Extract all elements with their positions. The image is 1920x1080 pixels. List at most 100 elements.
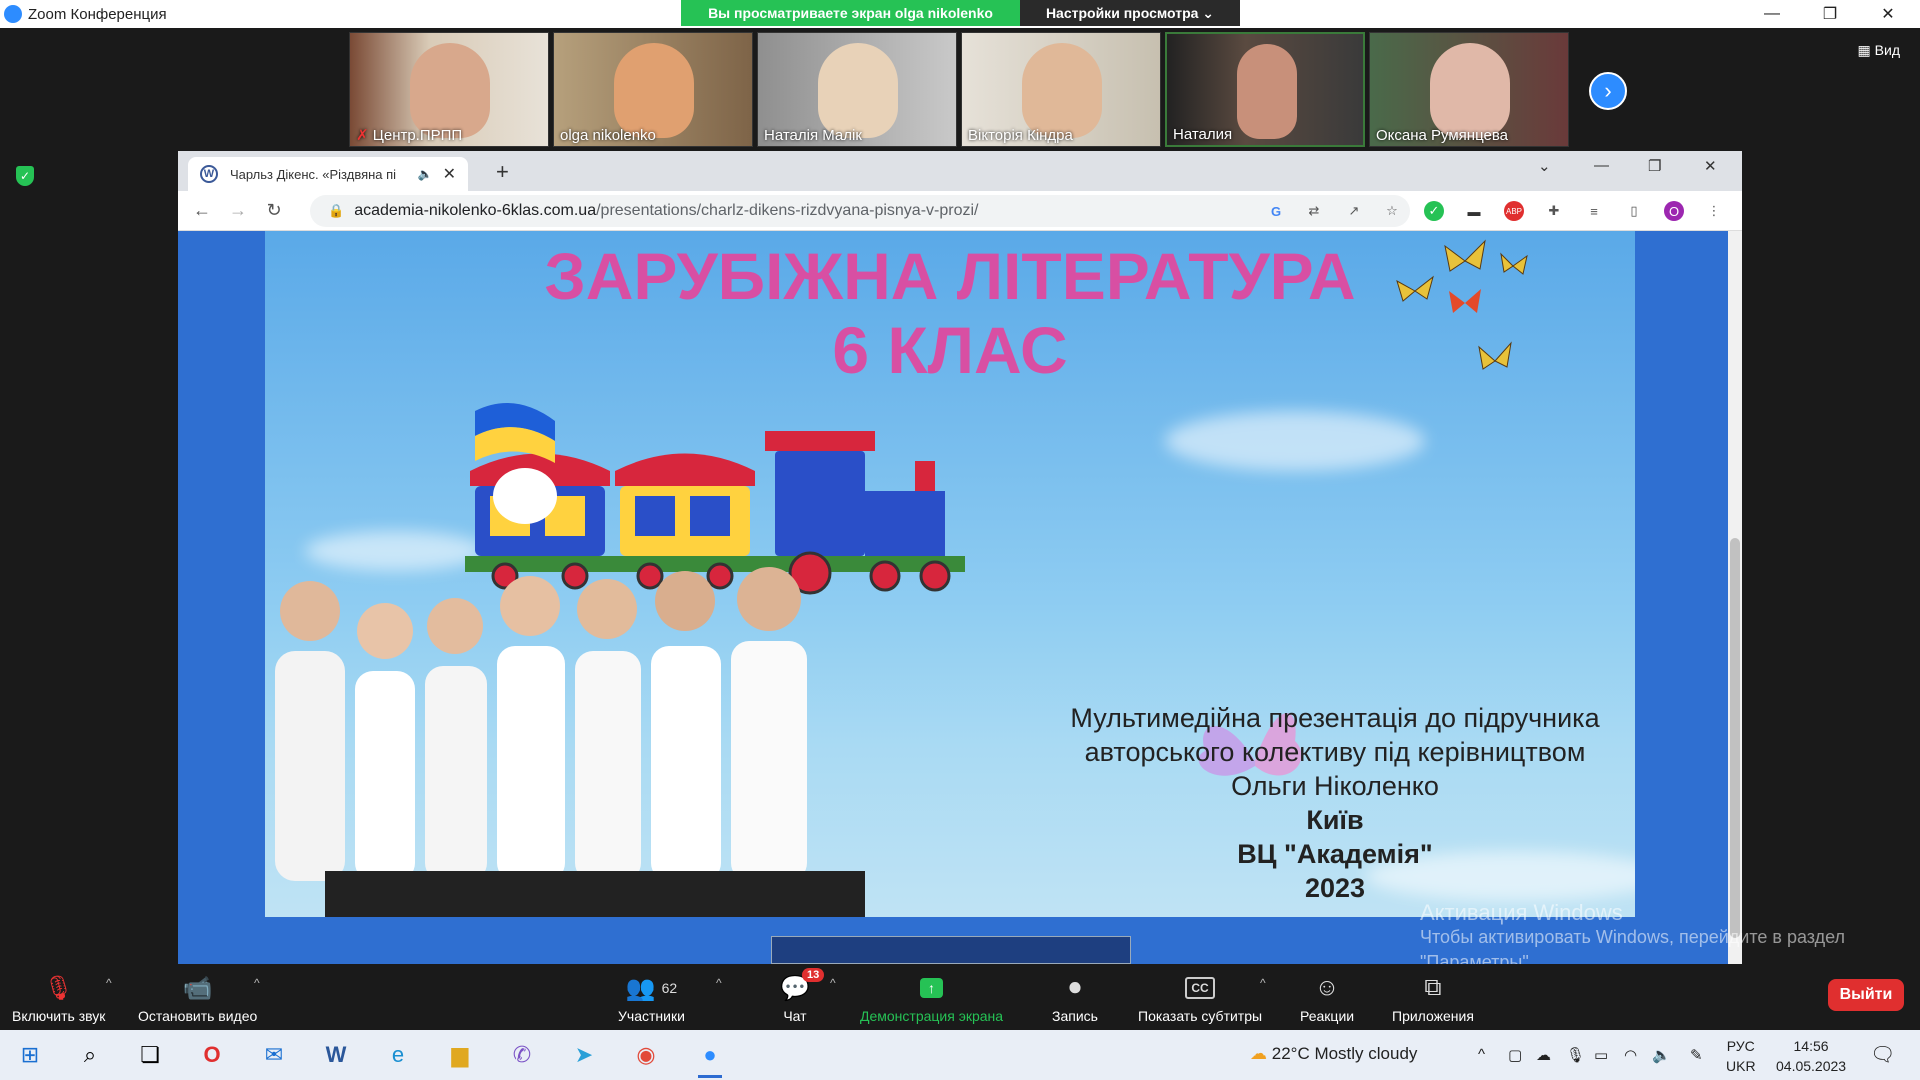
browser-close-icon[interactable]: ✕ (1704, 157, 1717, 175)
extensions-puzzle-icon[interactable]: ✚ (1544, 201, 1564, 221)
children-group-photo (275, 567, 865, 917)
notifications-icon[interactable]: 🗨 (1870, 1042, 1895, 1067)
chat-label: Чат (783, 1008, 807, 1024)
unmute-button[interactable]: 🎙 Включить звук (12, 972, 106, 1025)
telegram-icon[interactable]: ➤ (564, 1038, 604, 1072)
chat-button[interactable]: 💬 13 Чат (780, 968, 825, 1024)
share-icon[interactable]: ↗ (1344, 201, 1364, 221)
forward-arrow-icon[interactable]: → (220, 200, 256, 221)
taskbar-clock[interactable]: 14:56 04.05.2023 (1776, 1036, 1846, 1076)
chrome-icon[interactable]: ◉ (626, 1038, 666, 1072)
video-options-caret-icon[interactable]: ^ (254, 976, 260, 990)
microphone-tray-icon[interactable]: 🎙 (1566, 1046, 1585, 1064)
view-button[interactable]: ▦ Вид (1858, 42, 1900, 59)
leave-meeting-button[interactable]: Выйти (1828, 979, 1904, 1011)
next-page-chevron-icon[interactable]: › (1589, 72, 1627, 110)
unmute-label: Включить звук (12, 1008, 106, 1024)
meet-now-icon[interactable]: ▢ (1508, 1046, 1522, 1064)
share-screen-label: Демонстрация экрана (860, 1008, 1004, 1024)
record-button[interactable]: ⏺ Запись (1052, 972, 1098, 1024)
clock-time: 14:56 (1793, 1038, 1829, 1054)
zoom-titlebar: Zoom Конференция Вы просматриваете экран… (0, 0, 1920, 28)
participant-tile[interactable]: ✗ Центр.ПРПП (349, 32, 549, 147)
scrollbar-thumb[interactable] (1730, 538, 1740, 938)
word-icon[interactable]: W (316, 1038, 356, 1072)
input-language-indicator[interactable]: РУС UKR (1726, 1036, 1756, 1076)
volume-icon[interactable]: 🔈 (1652, 1046, 1671, 1064)
reload-icon[interactable]: ↻ (256, 200, 292, 221)
profile-avatar-icon[interactable]: O (1664, 201, 1684, 221)
apps-label: Приложения (1392, 1008, 1474, 1024)
participant-tile[interactable]: olga nikolenko (553, 32, 753, 147)
captions-label: Показать субтитры (1138, 1008, 1263, 1024)
search-icon[interactable]: ⌕ (70, 1038, 110, 1072)
task-view-icon[interactable]: ❏ (130, 1038, 170, 1072)
participant-video (1022, 43, 1102, 138)
apps-button[interactable]: ⧉ Приложения (1392, 972, 1474, 1024)
mail-icon[interactable]: ✉ (254, 1038, 294, 1072)
participants-button[interactable]: 👥 62 Участники (618, 972, 685, 1025)
battery-icon[interactable]: ▭ (1594, 1046, 1608, 1064)
opera-icon[interactable]: O (192, 1038, 232, 1072)
speaker-icon[interactable]: 🔈 (418, 167, 433, 181)
onedrive-cloud-icon[interactable]: ☁ (1536, 1046, 1551, 1064)
restore-icon[interactable]: ❐ (1802, 0, 1858, 28)
security-shield-icon[interactable]: ✓ (16, 166, 34, 186)
minimize-icon[interactable]: — (1744, 0, 1800, 28)
wifi-icon[interactable]: ◠ (1624, 1046, 1637, 1064)
side-panel-icon[interactable]: ▯ (1624, 201, 1644, 221)
participant-video (818, 43, 898, 138)
browser-minimize-icon[interactable]: — (1594, 157, 1609, 174)
translate-icon[interactable]: ⇄ (1304, 201, 1324, 221)
smiley-plus-icon: ☺ (1314, 974, 1340, 1001)
extension-screen-icon[interactable]: ▬ (1464, 201, 1484, 221)
apps-icon: ⧉ (1424, 974, 1442, 1001)
browser-restore-icon[interactable]: ❐ (1648, 157, 1661, 175)
stop-video-button[interactable]: 📹 Остановить видео (138, 972, 257, 1025)
extension-check-icon[interactable]: ✓ (1424, 201, 1444, 221)
captions-options-caret-icon[interactable]: ^ (1260, 976, 1266, 990)
share-screen-button[interactable]: ↑ Демонстрация экрана (860, 972, 1003, 1024)
scrollbar-track[interactable] (1728, 231, 1742, 964)
participant-name: Наталія Малік (764, 127, 862, 144)
audio-options-caret-icon[interactable]: ^ (106, 976, 112, 990)
lang-line2: UKR (1726, 1058, 1756, 1074)
viber-icon[interactable]: ✆ (502, 1038, 542, 1072)
new-tab-button[interactable]: + (496, 159, 509, 185)
chat-options-caret-icon[interactable]: ^ (830, 976, 836, 990)
google-icon[interactable]: G (1266, 201, 1286, 221)
view-label: Вид (1874, 42, 1900, 58)
tab-search-chevron-icon[interactable]: ⌄ (1538, 157, 1551, 175)
weather-widget[interactable]: ☁ 22°C Mostly cloudy (1250, 1044, 1417, 1064)
file-explorer-icon[interactable]: ▆ (440, 1038, 480, 1072)
slide-publisher: ВЦ "Академія" (1237, 839, 1433, 869)
tab-close-icon[interactable]: ✕ (443, 164, 456, 184)
chat-unread-badge: 13 (802, 968, 825, 982)
participant-tile[interactable]: Вікторія Кіндра (961, 32, 1161, 147)
edge-icon[interactable]: e (378, 1038, 418, 1072)
reading-list-icon[interactable]: ≡ (1584, 201, 1604, 221)
bookmark-star-icon[interactable]: ☆ (1382, 201, 1402, 221)
captions-button[interactable]: CC Показать субтитры (1138, 972, 1262, 1024)
participant-tile[interactable]: Наталія Малік (757, 32, 957, 147)
slide-description: Мультимедійна презентація до підручника … (1035, 701, 1635, 905)
windows-start-icon[interactable]: ⊞ (10, 1038, 50, 1072)
zoom-taskbar-icon[interactable]: ● (690, 1038, 730, 1078)
tray-overflow-chevron-icon[interactable]: ^ (1478, 1046, 1485, 1063)
adblock-icon[interactable]: ABP (1504, 201, 1524, 221)
slide-desc-line2: авторського колективу під керівництвом (1084, 737, 1586, 767)
reactions-button[interactable]: ☺ Реакции (1300, 972, 1354, 1024)
participant-tile[interactable]: Наталия (1165, 32, 1365, 147)
pen-icon[interactable]: ✎ (1690, 1046, 1703, 1064)
participants-options-caret-icon[interactable]: ^ (716, 976, 722, 990)
menu-kebab-icon[interactable]: ⋮ (1704, 201, 1724, 221)
view-settings-button[interactable]: Настройки просмотра ⌄ (1020, 0, 1240, 26)
record-label: Запись (1052, 1008, 1098, 1024)
shared-browser-window: W Чарльз Дікенс. «Різдвяна пі 🔈 ✕ + ⌄ — … (178, 151, 1742, 964)
chat-bubble-icon: 💬 13 (780, 968, 825, 1004)
back-arrow-icon[interactable]: ← (184, 200, 220, 221)
url-input[interactable]: 🔒 academia-nikolenko-6klas.com.ua/presen… (310, 195, 1410, 227)
participant-tile[interactable]: Оксана Румянцева (1369, 32, 1569, 147)
browser-tab[interactable]: W Чарльз Дікенс. «Різдвяна пі 🔈 ✕ (188, 157, 468, 191)
close-icon[interactable]: ✕ (1860, 0, 1916, 28)
